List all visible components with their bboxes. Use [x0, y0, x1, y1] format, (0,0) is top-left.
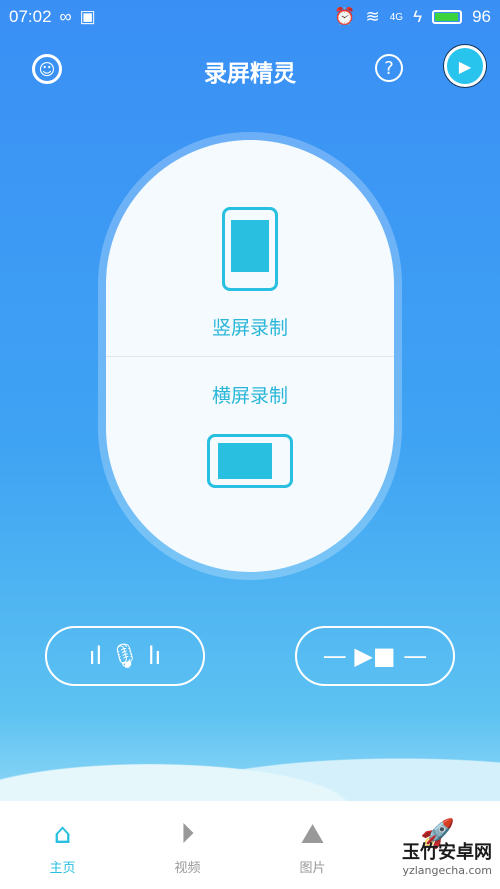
landscape-record-button[interactable]: 横屏录制	[106, 356, 394, 572]
wave-decoration	[0, 730, 500, 810]
audio-record-button[interactable]: ıl 🎙 lı	[45, 626, 205, 686]
status-bar: 07:02 ∞ ▣ ⏰ ≋ 4G ϟ 96	[0, 0, 500, 34]
home-icon: ⌂	[53, 817, 72, 850]
portrait-record-button[interactable]: 竖屏录制	[106, 140, 394, 356]
tab-home[interactable]: ⌂ 主页	[0, 801, 125, 889]
signal-icon: 4G	[389, 11, 404, 23]
portrait-phone-icon	[222, 207, 278, 291]
landscape-phone-icon	[207, 434, 293, 488]
clock: 07:02	[9, 7, 52, 26]
image-notification-icon: ▣	[79, 7, 96, 26]
charging-icon: ϟ	[413, 7, 423, 26]
landscape-label: 横屏录制	[211, 385, 288, 407]
infinity-icon: ∞	[59, 7, 72, 26]
app-header: ☺ 录屏精灵 ? ▶	[0, 40, 500, 100]
watermark: 玉竹安卓网 yzlangecha.com	[402, 842, 492, 877]
video-record-button[interactable]: — ▶■ —	[295, 626, 455, 686]
battery-icon	[432, 10, 463, 24]
record-mode-selector: 竖屏录制 横屏录制	[106, 140, 394, 572]
camera-record-button[interactable]: ▶	[444, 45, 486, 87]
tab-image[interactable]: ⛰ 图片	[250, 801, 375, 889]
alarm-icon: ⏰	[334, 7, 356, 26]
image-icon: ⛰	[300, 817, 325, 850]
battery-level: 96	[472, 7, 491, 26]
tab-video[interactable]: ⏵ 视频	[125, 801, 250, 889]
wifi-icon: ≋	[365, 7, 380, 26]
page-title: 录屏精灵	[204, 61, 296, 87]
play-circle-icon: ⏵	[180, 817, 195, 850]
portrait-label: 竖屏录制	[211, 317, 288, 339]
video-camera-icon: — ▶■ —	[322, 642, 428, 670]
help-button[interactable]: ?	[375, 54, 403, 82]
microphone-icon: ıl 🎙 lı	[88, 642, 162, 670]
